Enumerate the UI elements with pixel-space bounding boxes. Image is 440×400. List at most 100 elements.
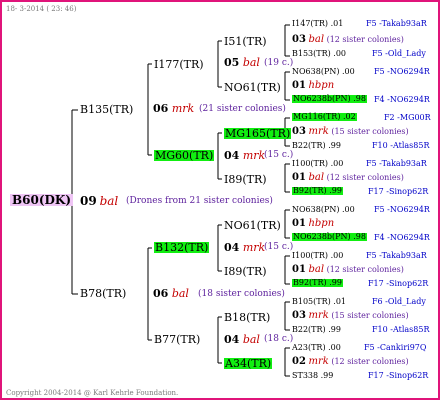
no61b-mating: 01 hbpn	[292, 219, 334, 229]
i51-sire-link[interactable]: F5 -Takab93aR	[366, 20, 427, 28]
i89b-sire-link[interactable]: F5 -Takab93aR	[366, 252, 427, 260]
root-type: bal	[99, 194, 119, 208]
i89a-sire[interactable]: I100(TR) .00	[292, 160, 343, 168]
b132-type: mrk	[242, 241, 266, 254]
b18-sire-link[interactable]: F6 -Old_Lady	[372, 298, 426, 306]
no61b-dam[interactable]: NO6238b(PN) .98	[292, 233, 367, 241]
copyright: Copyright 2004-2014 @ Karl Kehrle Founda…	[6, 389, 179, 397]
mg165-mating: 03 mrk (15 sister colonies)	[292, 127, 409, 137]
i177-num: 05	[224, 56, 240, 69]
pedigree-frame: 18- 3-2014 ( 23: 46) B60(DK) 09 bal (Dro…	[0, 0, 440, 400]
b18-dam-link[interactable]: F10 -Atlas85R	[372, 326, 429, 334]
no61a-dam-link[interactable]: F4 -NO6294R	[374, 96, 430, 104]
i89b-type: bal	[308, 264, 325, 275]
a34-mating: 02 mrk (12 sister colonies)	[292, 357, 409, 367]
i89a-dam[interactable]: B92(TR) .99	[292, 187, 343, 195]
b132-num: 04	[224, 241, 240, 254]
a34-num: 02	[292, 356, 306, 367]
i89b-dam-link[interactable]: F17 -Sinop62R	[368, 280, 428, 288]
no61a-mating: 01 hbpn	[292, 81, 334, 91]
no61a-type: hbpn	[308, 80, 335, 91]
b77-num: 04	[224, 333, 240, 346]
a34-type: mrk	[308, 356, 329, 367]
a34-sire[interactable]: A23(TR) .00	[292, 344, 341, 352]
b135-type: mrk	[171, 102, 195, 115]
a34-dam[interactable]: ST338 .99	[292, 372, 333, 380]
i51-sire[interactable]: I147(TR) .01	[292, 20, 343, 28]
i89b-dam[interactable]: B92(TR) .99	[292, 279, 343, 287]
queen-no61-a[interactable]: NO61(TR)	[224, 82, 281, 93]
queen-mg165[interactable]: MG165(TR)	[224, 128, 292, 139]
b132-mating: 04 mrk	[224, 242, 265, 253]
mg165-dam-link[interactable]: F10 -Atlas85R	[372, 142, 429, 150]
b18-type: mrk	[308, 310, 329, 321]
b18-dam[interactable]: B22(TR) .99	[292, 326, 341, 334]
mg60-num: 04	[224, 149, 240, 162]
mg165-note: (15 sister colonies)	[331, 127, 409, 136]
i51-dam[interactable]: B153(TR) .00	[292, 50, 346, 58]
queen-no61-b[interactable]: NO61(TR)	[224, 220, 281, 231]
b77-mating: 04 bal	[224, 334, 260, 345]
queen-i89-b[interactable]: I89(TR)	[224, 266, 267, 277]
i89a-type: bal	[308, 172, 325, 183]
b77-note: (18 c.)	[264, 334, 294, 344]
no61b-dam-link[interactable]: F4 -NO6294R	[374, 234, 430, 242]
no61b-num: 01	[292, 218, 306, 229]
i89b-sire[interactable]: I100(TR) .00	[292, 252, 343, 260]
report-date: 18- 3-2014 ( 23: 46)	[6, 5, 77, 13]
queen-b132[interactable]: B132(TR)	[154, 242, 210, 253]
b18-note: (15 sister colonies)	[331, 311, 409, 320]
i89a-dam-link[interactable]: F17 -Sinop62R	[368, 188, 428, 196]
i51-dam-link[interactable]: F5 -Old_Lady	[372, 50, 426, 58]
b78-num: 06	[153, 287, 169, 300]
i89a-sire-link[interactable]: F5 -Takab93aR	[366, 160, 427, 168]
i177-type: bal	[242, 56, 260, 69]
b77-type: bal	[242, 333, 260, 346]
mg60-type: mrk	[242, 149, 266, 162]
a34-dam-link[interactable]: F17 -Sinop62R	[368, 372, 428, 380]
b78-mating: 06 bal	[153, 288, 189, 299]
a34-note: (12 sister colonies)	[331, 357, 409, 366]
queen-b18[interactable]: B18(TR)	[224, 312, 270, 323]
queen-mg60[interactable]: MG60(TR)	[154, 150, 215, 161]
b135-note: (21 sister colonies)	[199, 104, 286, 114]
no61a-sire[interactable]: NO638(PN) .00	[292, 68, 355, 76]
no61a-dam[interactable]: NO6238b(PN) .98	[292, 95, 367, 103]
i51-mating: 03 bal (12 sister colonies)	[292, 35, 404, 45]
mg165-type: mrk	[308, 126, 329, 137]
a34-sire-link[interactable]: F5 -Cankiri97Q	[364, 344, 426, 352]
no61b-sire[interactable]: NO638(PN) .00	[292, 206, 355, 214]
b78-type: bal	[171, 287, 189, 300]
b135-mating: 06 mrk	[153, 103, 194, 114]
queen-i89-a[interactable]: I89(TR)	[224, 174, 267, 185]
b18-sire[interactable]: B105(TR) .01	[292, 298, 346, 306]
mg165-sire[interactable]: MG116(TR) .02	[292, 113, 357, 121]
i89b-note: (12 sister colonies)	[326, 265, 404, 274]
mg60-note: (15 c.)	[264, 150, 294, 160]
b135-num: 06	[153, 102, 169, 115]
i89a-note: (12 sister colonies)	[326, 173, 404, 182]
b132-note: (15 c.)	[264, 242, 294, 252]
i51-note: (12 sister colonies)	[326, 35, 404, 44]
sire-b135[interactable]: B135(TR)	[80, 104, 133, 115]
queen-i51[interactable]: I51(TR)	[224, 36, 267, 47]
root-mating: 09 bal	[80, 195, 118, 208]
dam-b78[interactable]: B78(TR)	[80, 288, 126, 299]
queen-i177[interactable]: I177(TR)	[154, 59, 204, 70]
i51-type: bal	[308, 34, 325, 45]
b78-note: (18 sister colonies)	[198, 289, 285, 299]
no61a-num: 01	[292, 80, 306, 91]
mg60-mating: 04 mrk	[224, 150, 265, 161]
mg165-sire-link[interactable]: F2 -MG00R	[384, 114, 431, 122]
root-note: (Drones from 21 sister colonies)	[126, 196, 273, 206]
b18-mating: 03 mrk (15 sister colonies)	[292, 311, 409, 321]
queen-a34[interactable]: A34(TR)	[224, 358, 273, 369]
b18-num: 03	[292, 310, 306, 321]
no61b-sire-link[interactable]: F5 -NO6294R	[374, 206, 430, 214]
mg165-num: 03	[292, 126, 306, 137]
i89b-num: 01	[292, 264, 306, 275]
queen-root[interactable]: B60(DK)	[10, 194, 74, 206]
no61a-sire-link[interactable]: F5 -NO6294R	[374, 68, 430, 76]
queen-b77[interactable]: B77(TR)	[154, 334, 200, 345]
mg165-dam[interactable]: B22(TR) .99	[292, 142, 341, 150]
